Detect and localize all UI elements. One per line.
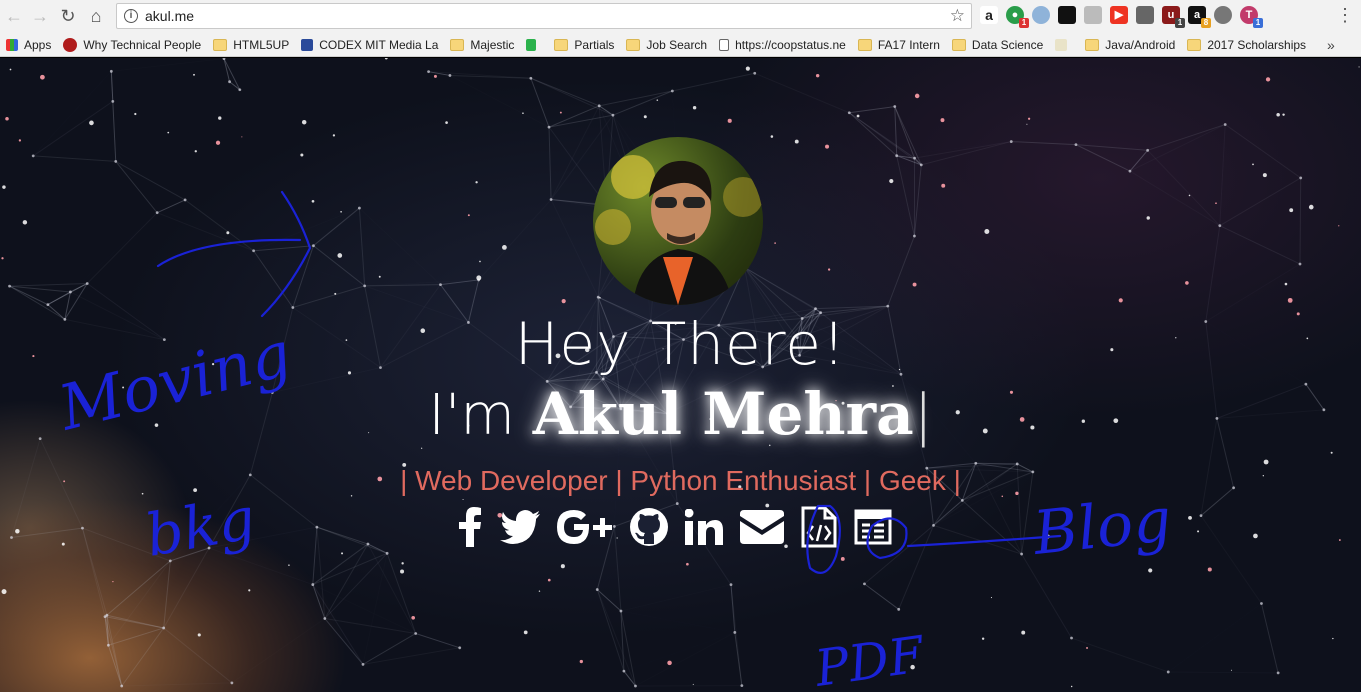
forward-icon[interactable]: → (27, 3, 53, 29)
screen-extension-icon[interactable] (1084, 6, 1102, 24)
bookmarks-bar: Apps Why Technical People HTML5UP CODEX … (0, 33, 1361, 57)
bookmark-html5up[interactable]: HTML5UP (213, 38, 289, 52)
youtube-extension-icon[interactable]: ▶ (1110, 6, 1128, 24)
sync-extension-icon[interactable] (1214, 6, 1232, 24)
bookmark-data-science[interactable]: Data Science (951, 38, 1043, 52)
tagline: | Web Developer | Python Enthusiast | Ge… (400, 465, 961, 496)
page-icon (719, 38, 730, 51)
site-icon (63, 37, 78, 52)
apps-grid-icon (6, 38, 18, 51)
bookmark-java-android[interactable]: Java/Android (1085, 38, 1175, 52)
bookmark-job-search[interactable]: Job Search (626, 38, 707, 52)
goodreads-icon (1055, 38, 1068, 51)
bookmark-coopstatus[interactable]: https://coopstatus.ne (719, 38, 846, 52)
folder-icon (951, 38, 966, 51)
bookmark-star-icon[interactable]: ☆ (950, 6, 965, 26)
bookmark-partials[interactable]: Partials (554, 38, 614, 52)
bookmark-majestic[interactable]: Majestic (450, 38, 514, 52)
intro-heading: I'm Akul Mehra| (0, 380, 1361, 448)
bookmark-codex[interactable]: CODEX MIT Media La (301, 38, 438, 52)
twitter-icon[interactable] (500, 505, 540, 549)
folder-icon (554, 38, 569, 51)
folder-icon (213, 38, 228, 51)
bulb-extension-icon[interactable] (1136, 6, 1154, 24)
bookmarks-overflow-icon[interactable]: » (1327, 37, 1335, 53)
bookmark-apps[interactable]: Apps (6, 38, 51, 52)
bookmark-2017-scholarships[interactable]: 2017 Scholarships (1187, 38, 1306, 52)
folder-icon (626, 38, 641, 51)
profile-extension-icon[interactable]: T1 (1240, 6, 1263, 28)
bookmark-fa17-intern[interactable]: FA17 Intern (857, 38, 940, 52)
avatar (593, 137, 763, 305)
url-text[interactable]: akul.me (145, 8, 194, 24)
typing-cursor: | (913, 383, 933, 448)
reload-icon[interactable]: ↻ (55, 3, 81, 29)
folder-icon (1085, 38, 1100, 51)
extensions: a ● 1 ▶ u1 a8 T1 (980, 6, 1263, 28)
intro-prefix: I'm (428, 383, 533, 448)
social-links (457, 505, 892, 549)
browser-menu-icon[interactable]: ⋮ (1336, 6, 1354, 24)
folder-icon (857, 38, 872, 51)
greeting-heading: Hey There! (514, 310, 847, 378)
amazon-assistant-extension-icon[interactable]: a8 (1188, 6, 1211, 28)
back-icon[interactable]: ← (1, 3, 27, 29)
bookmark-feedly[interactable] (526, 38, 542, 51)
email-icon[interactable] (740, 505, 784, 549)
info-icon[interactable]: i (124, 9, 138, 23)
grammar-extension-icon[interactable]: ● 1 (1006, 6, 1029, 28)
github-icon[interactable] (630, 505, 668, 549)
address-bar[interactable]: i akul.me ☆ (116, 3, 972, 29)
feedly-icon (526, 38, 537, 51)
facebook-icon[interactable] (457, 505, 483, 549)
bookmark-goodreads[interactable] (1055, 38, 1073, 51)
bookmark-why-technical[interactable]: Why Technical People (63, 37, 201, 52)
home-icon[interactable]: ⌂ (83, 3, 109, 29)
google-plus-icon[interactable] (557, 505, 613, 549)
blog-icon[interactable] (854, 505, 892, 549)
author-name: Akul Mehra (532, 380, 914, 448)
folder-icon (1187, 38, 1202, 51)
folder-icon (450, 38, 465, 51)
resume-pdf-icon[interactable] (801, 505, 837, 549)
globe-extension-icon[interactable] (1032, 6, 1050, 24)
linkedin-icon[interactable] (685, 505, 723, 549)
ublock-extension-icon[interactable]: u1 (1162, 6, 1185, 28)
amazon-extension-icon[interactable]: a (980, 6, 998, 24)
flipboard-extension-icon[interactable] (1058, 6, 1076, 24)
site-icon (301, 38, 314, 51)
hero-section: Hey There! I'm Akul Mehra| | Web Develop… (0, 58, 1361, 692)
browser-toolbar: ← → ↻ ⌂ i akul.me ☆ a ● 1 ▶ u1 a8 T1 ⋮ (0, 0, 1361, 33)
